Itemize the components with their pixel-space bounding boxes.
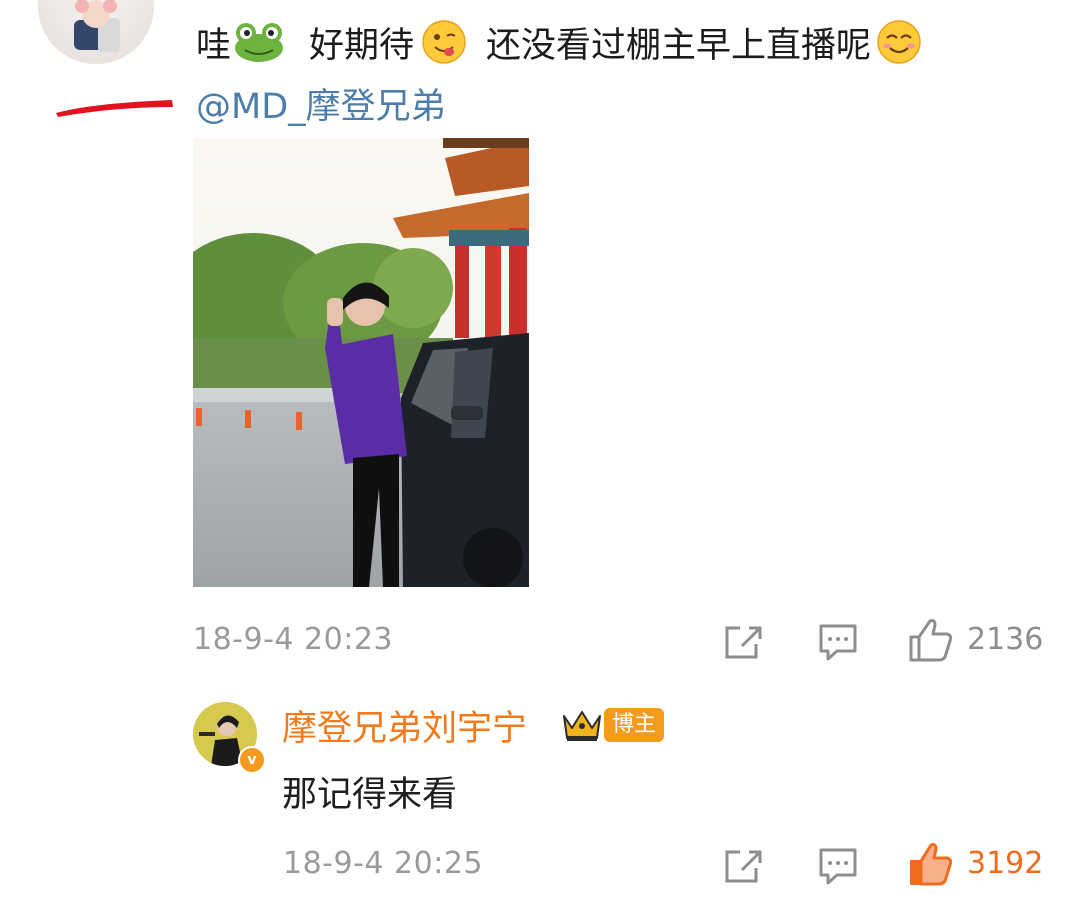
- share-icon[interactable]: [722, 622, 764, 662]
- comment-text-part: 还没看过棚主早上直播呢: [486, 25, 872, 66]
- comment-photo[interactable]: [193, 138, 529, 587]
- happy-emoji-icon: [877, 20, 921, 64]
- reply-comment-icon[interactable]: [817, 845, 859, 887]
- crown-icon: [563, 711, 601, 741]
- reply-username[interactable]: 摩登兄弟刘宇宁: [282, 700, 527, 751]
- comment-text-part: 哇: [196, 25, 232, 66]
- owner-badge: 博主: [604, 708, 665, 742]
- mention-link[interactable]: @MD_摩登兄弟: [196, 78, 446, 129]
- comment-text: 哇 好期待 还没看过棚主早上直播呢: [196, 14, 923, 70]
- comment-text-part: 好期待: [309, 25, 415, 66]
- commenter-avatar[interactable]: [38, 0, 154, 64]
- reply-text: 那记得来看: [282, 775, 458, 815]
- like-icon[interactable]: [908, 617, 954, 663]
- avatar-figure-icon: [74, 0, 120, 52]
- comment-icon[interactable]: [817, 621, 859, 663]
- yum-emoji-icon: [422, 20, 466, 64]
- liked-icon[interactable]: [908, 841, 954, 887]
- comment-timestamp: 18-9-4 20:23: [193, 622, 393, 657]
- verified-badge: v: [238, 746, 266, 774]
- red-redaction-mark: [56, 100, 173, 117]
- reply-like-count: 3192: [967, 846, 1044, 881]
- photo-illustration: [193, 138, 529, 587]
- reply-share-icon[interactable]: [722, 846, 764, 886]
- comment-like-count: 2136: [967, 622, 1044, 657]
- reply-timestamp: 18-9-4 20:25: [283, 846, 483, 881]
- frog-emoji-icon: [235, 23, 284, 62]
